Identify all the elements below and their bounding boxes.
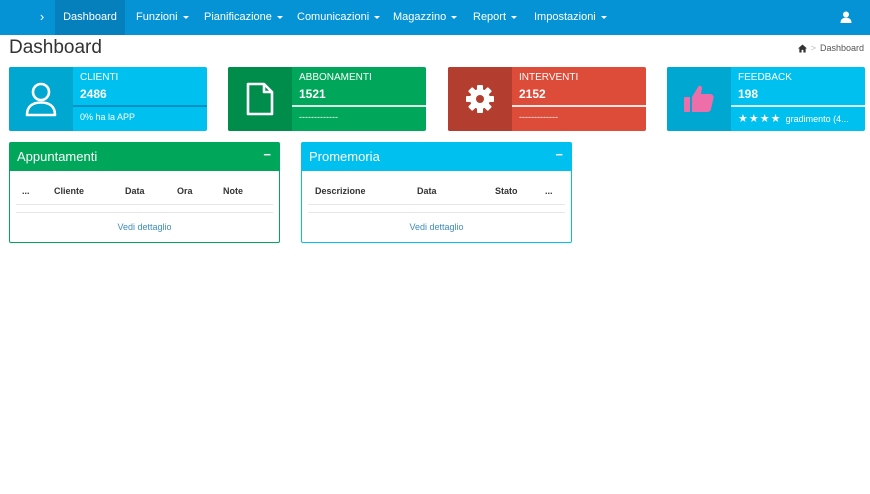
stat-box-interventi[interactable]: INTERVENTI 2152 ------------- [448,67,646,131]
nav-item-label: Magazzino [393,11,447,23]
star-icon: ★ [748,113,760,125]
panel-title: Promemoria [309,149,380,164]
column-header[interactable]: ... [545,186,553,196]
nav-item-funzioni[interactable]: Funzioni [136,0,189,35]
collapse-button[interactable]: − [263,148,271,162]
home-icon[interactable] [797,44,807,53]
stat-divider [292,105,426,107]
column-header[interactable]: ... [22,186,30,196]
panel-header: Promemoria − [302,143,571,171]
rating-text: gradimento (4... [785,114,849,124]
user-outline-icon [25,82,57,117]
stat-value: 198 [738,87,759,101]
table-divider [16,204,273,205]
stat-box-clienti[interactable]: CLIENTI 2486 0% ha la APP [9,67,207,131]
nav-item-label: Pianificazione [204,11,272,23]
column-header[interactable]: Cliente [54,186,84,196]
caret-down-icon [276,15,283,19]
column-header[interactable]: Data [125,186,145,196]
vedi-dettaglio-link[interactable]: Vedi dettaglio [10,222,279,232]
breadcrumb-current: Dashboard [819,43,864,53]
caret-down-icon [451,15,458,19]
nav-item-pianificazione[interactable]: Pianificazione [204,0,283,35]
page-title: Dashboard [9,37,102,58]
top-navbar: › Dashboard Funzioni Pianificazione Comu… [0,0,870,35]
rating-stars: ★★★★ [738,113,786,125]
nav-item-dashboard[interactable]: Dashboard [55,0,125,35]
stat-label: ABBONAMENTI [299,72,372,83]
caret-down-icon [600,15,607,19]
panel-header: Appuntamenti − [10,143,279,171]
caret-down-icon [374,15,381,19]
nav-item-magazzino[interactable]: Magazzino [393,0,458,35]
stat-icon-container [228,67,292,131]
breadcrumb-separator: > [810,43,816,53]
stat-footer: 0% ha la APP [80,112,136,122]
nav-item-label: Dashboard [63,11,117,23]
column-header[interactable]: Ora [177,186,193,196]
star-icon: ★ [770,113,782,125]
stat-label: INTERVENTI [519,72,579,83]
column-header[interactable]: Descrizione [315,186,366,196]
stat-icon-container [9,67,73,131]
column-header[interactable]: Note [223,186,243,196]
nav-item-label: Report [473,11,507,23]
table-divider [16,212,273,213]
stat-value: 2486 [80,87,107,101]
stat-box-feedback[interactable]: FEEDBACK 198 ★★★★ gradimento (4... [667,67,865,131]
stat-value: 1521 [299,87,326,101]
panel-appuntamenti: Appuntamenti − ... Cliente Data Ora Note… [9,142,280,243]
stat-label: CLIENTI [80,72,119,83]
file-outline-icon [246,82,274,116]
nav-item-comunicazioni[interactable]: Comunicazioni [297,0,381,35]
stat-icon-container [448,67,512,131]
caret-down-icon [511,15,518,19]
user-icon[interactable] [840,11,852,23]
collapse-button[interactable]: − [555,148,563,162]
stat-icon-container [667,67,731,131]
nav-item-report[interactable]: Report [473,0,518,35]
caret-down-icon [182,15,189,19]
stat-footer: ------------- [519,112,558,122]
stat-label: FEEDBACK [738,72,792,83]
gear-icon [466,85,494,113]
sidebar-toggle-button[interactable]: › [30,0,54,35]
stat-footer: ★★★★ gradimento (4... [738,112,849,125]
stat-value: 2152 [519,87,546,101]
nav-item-label: Comunicazioni [297,11,370,23]
vedi-dettaglio-link[interactable]: Vedi dettaglio [302,222,571,232]
column-header[interactable]: Stato [495,186,518,196]
column-header[interactable]: Data [417,186,437,196]
stat-divider [512,105,646,107]
panel-promemoria: Promemoria − Descrizione Data Stato ... … [301,142,572,243]
thumbs-up-icon [684,85,714,112]
stat-divider [73,105,207,107]
table-divider [308,204,565,205]
nav-item-impostazioni[interactable]: Impostazioni [534,0,607,35]
table-divider [308,212,565,213]
breadcrumb: > Dashboard [797,42,864,54]
star-icon: ★ [738,113,749,125]
star-icon: ★ [759,113,771,125]
nav-item-label: Funzioni [136,11,178,23]
stat-footer: ------------- [299,112,338,122]
panel-title: Appuntamenti [17,149,98,164]
nav-item-label: Impostazioni [534,11,596,23]
stat-box-abbonamenti[interactable]: ABBONAMENTI 1521 ------------- [228,67,426,131]
stat-divider [731,105,865,107]
